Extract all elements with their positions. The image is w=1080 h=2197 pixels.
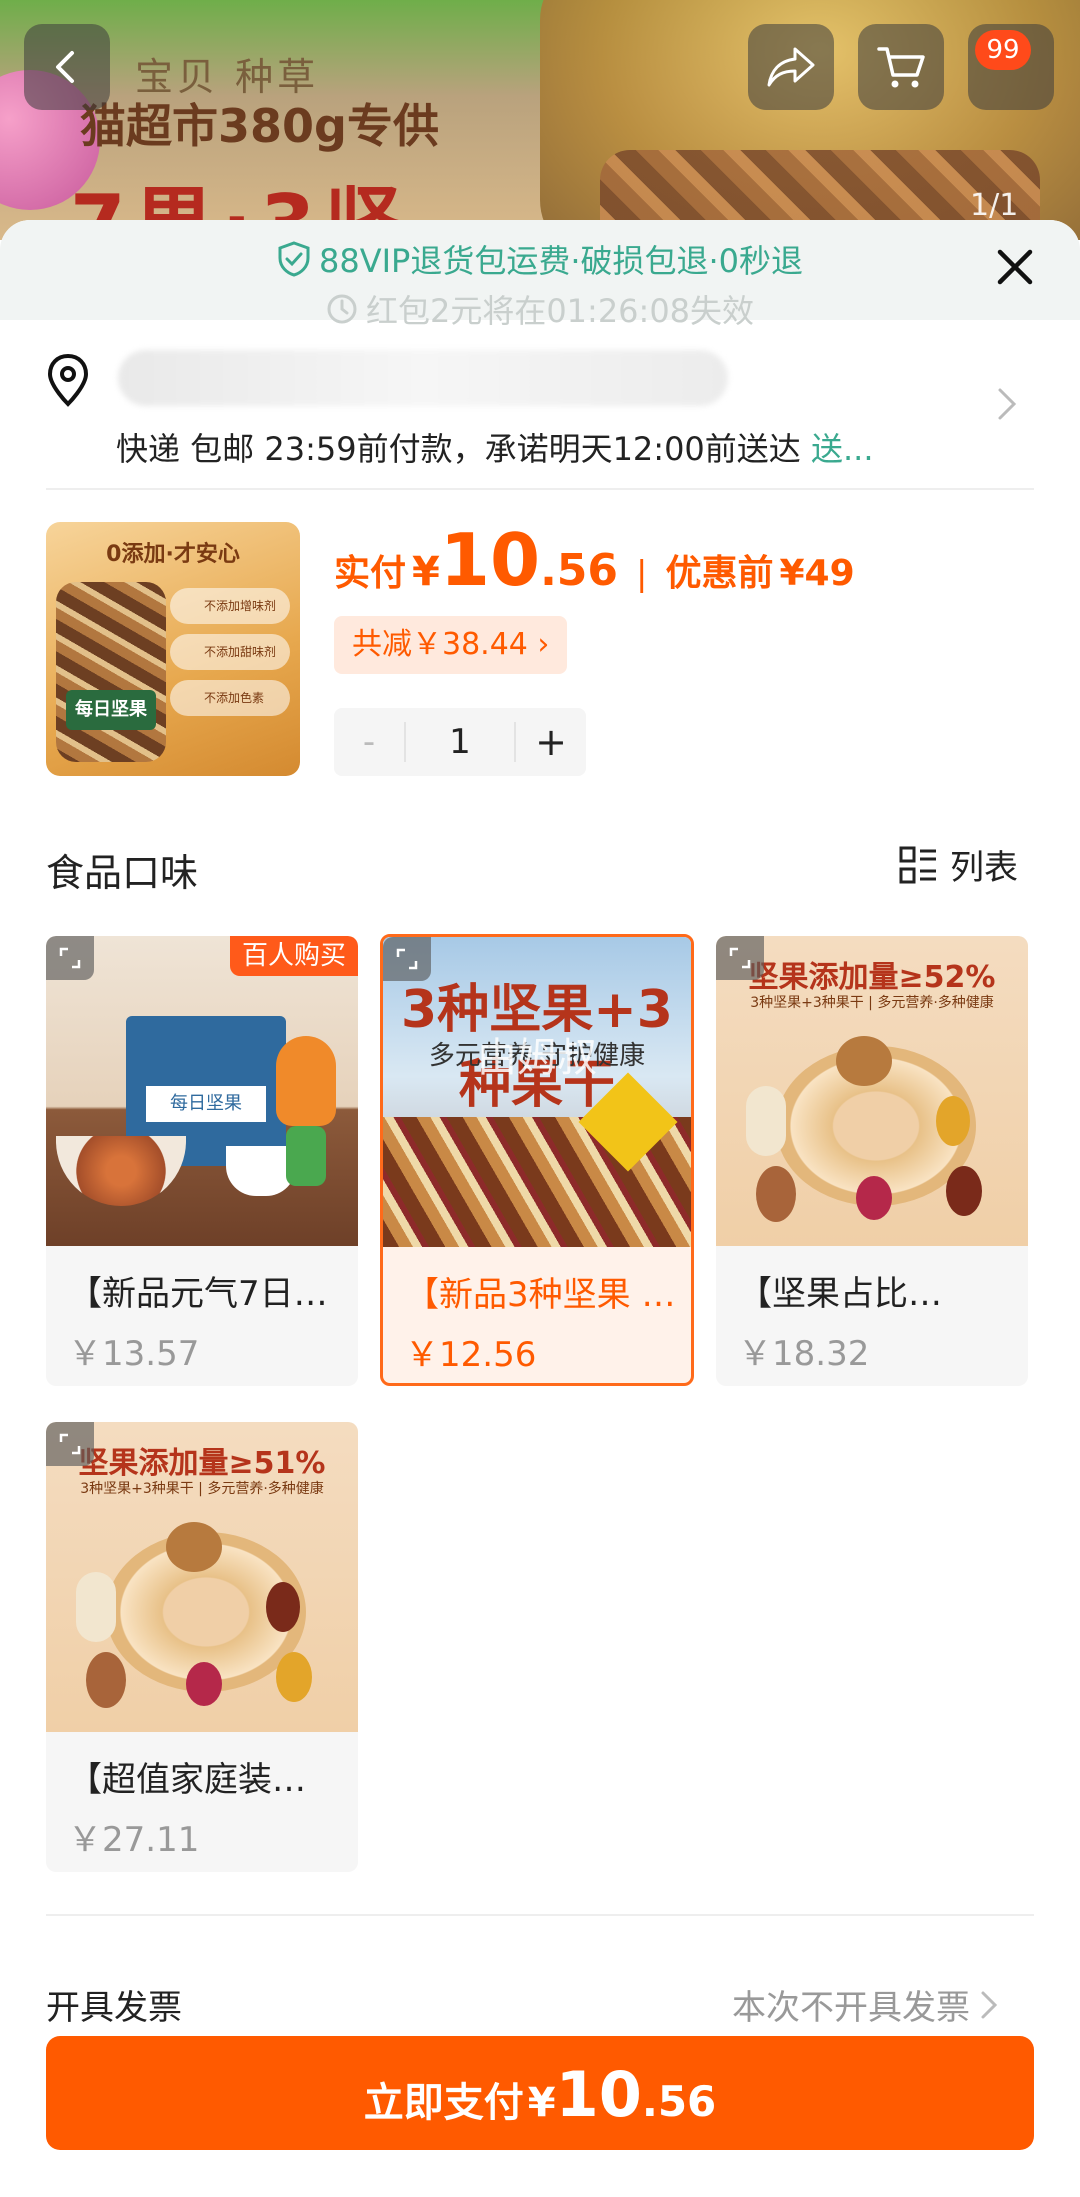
- invoice-option[interactable]: 本次不开具发票: [732, 1980, 998, 2029]
- divider: [46, 488, 1034, 490]
- variant-card[interactable]: 坚果添加量≥51% 3种坚果+3种果干 | 多元营养·多种健康 【超值家庭装… …: [46, 1422, 358, 1872]
- variant-card[interactable]: 坚果添加量≥52% 3种坚果+3种果干 | 多元营养·多种健康 【坚果占比… ￥…: [716, 936, 1028, 1386]
- back-icon: [56, 51, 74, 83]
- invoice-label: 开具发票: [46, 1988, 182, 2028]
- variant-name: 【新品3种坚果 …: [405, 1275, 676, 1315]
- pay-button-price-decimal: .56: [641, 2077, 717, 2126]
- pay-button-currency: ¥: [527, 2080, 556, 2126]
- variant-card-selected[interactable]: 3种坚果+3种果干 多元营养 守护健康 由姆叔 【新品3种坚果 … ￥12.56: [380, 934, 694, 1386]
- list-view-label: 列表: [950, 848, 1018, 888]
- thumbnail-row: 不添加甜味剂: [170, 634, 290, 670]
- cart-button[interactable]: [858, 24, 944, 110]
- chevron-right-icon: [981, 1991, 998, 2018]
- flavor-section-title: 食品口味: [46, 851, 199, 895]
- original-price: ¥49: [779, 553, 855, 594]
- variant-image: 坚果添加量≥51% 3种坚果+3种果干 | 多元营养·多种健康: [46, 1422, 358, 1732]
- price-integer: 10: [439, 518, 541, 602]
- quantity-decrease-button[interactable]: -: [334, 722, 404, 762]
- thumbnail-row: 不添加色素: [170, 680, 290, 716]
- product-page-background: 宝贝 种草 猫超市380g专供 7果·3坚 1/1 99: [0, 0, 1080, 240]
- close-icon[interactable]: [990, 242, 1040, 292]
- variant-price: ￥12.56: [405, 1335, 537, 1375]
- chevron-right-icon: [998, 388, 1017, 420]
- variant-name: 【坚果占比…: [738, 1274, 942, 1314]
- delivery-more-link[interactable]: 送...: [811, 430, 874, 468]
- quantity-increase-button[interactable]: +: [516, 720, 586, 764]
- cart-badge: 99: [975, 30, 1031, 70]
- variant-price: ￥27.11: [68, 1820, 200, 1860]
- background-headline: 猫超市380g专供: [80, 99, 439, 153]
- discount-badge[interactable]: 共减￥38.44 ›: [334, 616, 568, 674]
- thumbnail-label: 每日坚果: [66, 690, 156, 730]
- address-text-redacted: [118, 350, 728, 406]
- vip-benefits-bar: 88VIP退货包运费·破损包退·0秒退 红包2元将在01:26:08失效: [0, 220, 1080, 330]
- price-label: 实付: [334, 553, 407, 594]
- address-row[interactable]: 快递 包邮 23:59前付款，承诺明天12:00前送达 送...: [0, 320, 1080, 485]
- variant-image: 每日坚果: [46, 936, 358, 1246]
- delivery-text: 快递 包邮 23:59前付款，承诺明天12:00前送达: [116, 430, 801, 468]
- list-view-toggle[interactable]: 列表: [898, 840, 1018, 889]
- expand-icon[interactable]: [383, 937, 431, 981]
- quantity-value[interactable]: 1: [404, 722, 516, 762]
- image-counter: 1/1: [970, 188, 1019, 223]
- location-pin-icon: [47, 353, 89, 407]
- thumbnail-jar: [56, 582, 166, 762]
- invoice-value: 本次不开具发票: [732, 1988, 970, 2028]
- share-button[interactable]: [748, 24, 834, 110]
- price-decimal: .56: [540, 545, 619, 596]
- thumbnail-row: 不添加增味剂: [170, 588, 290, 624]
- pay-button-label: 立即支付: [363, 2080, 524, 2126]
- variant-image-subtitle: 3种坚果+3种果干 | 多元营养·多种健康: [750, 995, 994, 1011]
- variant-image: 坚果添加量≥52% 3种坚果+3种果干 | 多元营养·多种健康: [716, 936, 1028, 1246]
- checkout-sheet: 88VIP退货包运费·破损包退·0秒退 红包2元将在01:26:08失效 快递 …: [0, 220, 1080, 2197]
- price-currency: ¥: [412, 549, 440, 595]
- delivery-info: 快递 包邮 23:59前付款，承诺明天12:00前送达 送...: [116, 424, 874, 470]
- variant-price: ￥18.32: [738, 1334, 870, 1374]
- pay-now-button[interactable]: 立即支付 ¥ 10 .56: [46, 2036, 1034, 2150]
- product-thumbnail[interactable]: 0添加·才安心 每日坚果 不添加增味剂 不添加甜味剂 不添加色素: [46, 522, 300, 776]
- divider: [46, 1914, 1034, 1916]
- variant-image: 3种坚果+3种果干 多元营养 守护健康 由姆叔: [383, 937, 691, 1247]
- popular-badge: 百人购买: [229, 936, 358, 976]
- variant-name: 【超值家庭装…: [68, 1760, 306, 1800]
- original-price-label: 优惠前: [665, 553, 774, 594]
- expand-icon[interactable]: [46, 1422, 94, 1466]
- watermark-text: 由姆叔: [477, 1035, 597, 1081]
- expand-icon[interactable]: [46, 936, 94, 980]
- expand-icon[interactable]: [716, 936, 764, 980]
- vip-benefits-text: 88VIP退货包运费·破损包退·0秒退: [318, 242, 804, 280]
- variant-name: 【新品元气7日…: [68, 1274, 328, 1314]
- pay-button-price-integer: 10: [555, 2058, 642, 2131]
- price-line: 实付 ¥ 10 .56 | 优惠前 ¥49: [334, 518, 855, 602]
- price-separator: |: [636, 554, 648, 594]
- shield-check-icon: [278, 241, 310, 277]
- variant-card[interactable]: 每日坚果 百人购买 【新品元气7日… ￥13.57: [46, 936, 358, 1386]
- thumbnail-title: 0添加·才安心: [106, 542, 240, 567]
- cart-icon: [877, 47, 925, 88]
- quantity-stepper: - 1 +: [334, 708, 586, 776]
- variant-price: ￥13.57: [68, 1334, 200, 1374]
- variant-image-subtitle: 3种坚果+3种果干 | 多元营养·多种健康: [80, 1481, 324, 1497]
- share-icon: [767, 47, 815, 87]
- list-view-icon: [899, 846, 936, 883]
- back-button[interactable]: [24, 24, 110, 110]
